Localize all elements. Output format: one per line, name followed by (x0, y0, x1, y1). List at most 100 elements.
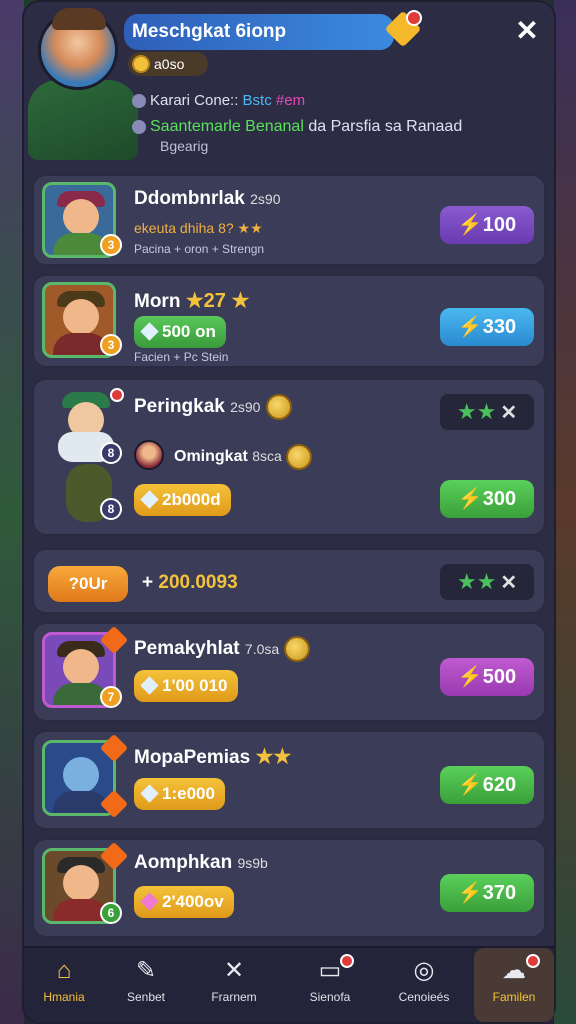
info-line-1-highlight: Bstc (242, 92, 272, 109)
face-icon (63, 299, 99, 335)
background-right-decoration (554, 0, 576, 1024)
avatar (134, 440, 164, 470)
actions-box[interactable]: ★★ ✕ (440, 394, 534, 430)
reward-pill: 2b000d (134, 484, 231, 516)
coin-icon (132, 55, 150, 73)
link-icon (132, 94, 146, 109)
card-name-text: Pemakyhlat (134, 638, 240, 660)
secondary-name-suffix: 8sca (252, 448, 282, 465)
bonus-prefix: + (142, 572, 154, 593)
info-line-2-rest: da Parsfia sa Ranaad (308, 118, 463, 135)
card-name: Aomphkan 9s9b (134, 852, 268, 874)
nav-item-sienofa[interactable]: ▭ Sienofa (290, 948, 370, 1022)
page-title: Meschgkat 6ionp (124, 14, 394, 50)
buy-button[interactable]: ⚡100 (440, 206, 534, 244)
gem-icon (140, 784, 159, 803)
card-name-suffix: 2s90 (230, 399, 261, 416)
level-badge: 3 (100, 234, 122, 256)
nav-label: Hmania (43, 990, 85, 1004)
nav-item-home[interactable]: ⌂ Hmania (24, 948, 104, 1022)
reward-value: 2b000d (162, 490, 221, 509)
nav-label: Senbet (126, 990, 166, 1004)
info-line-1-prefix: Karari Cone:: (150, 92, 239, 109)
card-name: MopaPemias ★★ (134, 744, 291, 769)
star-icon: ★★ (456, 399, 497, 424)
secondary-name-text: Omingkat (174, 448, 248, 466)
info-line-3: Bgearig (160, 138, 209, 154)
list-item[interactable]: 3 Morn ★27 ★ 500 on Facien + Pc Stein ⚡3… (32, 274, 546, 368)
coin-icon (286, 444, 313, 470)
notification-badge (110, 388, 124, 402)
nav-item-senbet[interactable]: ✎ Senbet (106, 948, 186, 1022)
nav-item-cenoiees[interactable]: ◎ Cenoieés (384, 948, 464, 1022)
coin-balance-value: a0so (154, 56, 185, 72)
nav-label: Frarnem (211, 990, 257, 1004)
notification-badge (406, 10, 422, 26)
list-item[interactable]: 7 Pemakyhlat 7.0sa 1'00 010 ⚡500 (32, 622, 546, 722)
card-name: Morn ★27 ★ (134, 288, 249, 313)
list-item[interactable]: MopaPemias ★★ 1:e000 ⚡620 (32, 730, 546, 830)
notification-badge (340, 954, 354, 968)
reward-pill: 500 on (134, 316, 226, 348)
bottom-navigation: ⌂ Hmania ✎ Senbet ✕ Frarnem ▭ Sienofa ◎ … (24, 946, 554, 1022)
reward-value: 2'400ov (162, 892, 224, 911)
info-line-1-highlight-2: #em (275, 92, 306, 109)
level-badge: 6 (100, 902, 122, 924)
nav-label: Cenoieés (398, 990, 450, 1004)
level-badge: 3 (100, 334, 122, 356)
card-name: Pemakyhlat 7.0sa (134, 636, 311, 662)
reward-value: 500 on (162, 322, 216, 341)
info-line-2-green: Saantemarle Benanal (150, 118, 304, 135)
secondary-name: Omingkat 8sca (174, 444, 313, 470)
cloud-icon: ☁ (502, 957, 526, 984)
buy-button[interactable]: ⚡370 (440, 874, 534, 912)
list-item[interactable]: 3 Ddombnrlak 2s90 ekeuta dhiha 8? ★★ Pac… (32, 174, 546, 266)
card-detail: Pacina + oron + Strengn (134, 242, 265, 256)
face-icon (63, 649, 99, 685)
list-item[interactable]: 6 Aomphkan 9s9b 2'400ov ⚡370 (32, 838, 546, 938)
nav-item-famiilen[interactable]: ☁ Familen (474, 948, 554, 1022)
reward-pill: 1:e000 (134, 778, 225, 810)
bonus-value: + 200.0093 (142, 572, 238, 594)
buy-button[interactable]: ⚡300 (440, 480, 534, 518)
gem-icon (140, 676, 159, 695)
dismiss-icon[interactable]: ✕ (500, 402, 517, 424)
buy-button[interactable]: ⚡500 (440, 658, 534, 696)
card-name-suffix: 2s90 (250, 191, 281, 207)
star-icon: ★★ (456, 569, 497, 594)
list-item[interactable]: 8 8 Peringkak 2s90 Omingkat 8sca 2b000d … (32, 378, 546, 536)
settings-icon (132, 119, 146, 134)
bonus-row[interactable]: ?0Ur + 200.0093 ★★ ✕ (32, 548, 546, 614)
dismiss-icon[interactable]: ✕ (500, 572, 517, 594)
coin-icon (284, 636, 311, 662)
gem-icon (140, 892, 159, 911)
bonus-pill[interactable]: ?0Ur (48, 566, 128, 602)
face-icon (63, 199, 99, 235)
reward-pill: 2'400ov (134, 886, 234, 918)
edit-icon: ✎ (135, 957, 157, 984)
player-avatar-hat (52, 8, 106, 30)
nav-item-frarnem[interactable]: ✕ Frarnem (194, 948, 274, 1022)
actions-box[interactable]: ★★ ✕ (440, 564, 534, 600)
reward-value: 1'00 010 (162, 676, 228, 695)
buy-button[interactable]: ⚡620 (440, 766, 534, 804)
coin-icon (265, 394, 292, 420)
card-subtitle: ekeuta dhiha 8? ★★ (134, 220, 263, 236)
card-name-suffix: 9s9b (237, 855, 268, 871)
buy-button[interactable]: ⚡330 (440, 308, 534, 346)
card-name-text: Morn (134, 291, 181, 312)
coin-balance: a0so (128, 52, 208, 76)
bonus-amount: 200.0093 (158, 572, 238, 593)
reward-value: 1:e000 (162, 784, 215, 803)
card-name-suffix: 7.0sa (244, 641, 280, 658)
level-badge: 7 (100, 686, 122, 708)
close-button[interactable]: ✕ (510, 14, 544, 48)
player-avatar-body (28, 80, 138, 160)
level-badge: 8 (100, 442, 122, 464)
notification-badge (526, 954, 540, 968)
target-icon: ◎ (413, 957, 435, 984)
cross-swords-icon: ✕ (223, 957, 245, 984)
gem-icon (140, 490, 159, 509)
card-name: Peringkak 2s90 (134, 394, 292, 420)
face-icon (63, 757, 99, 793)
